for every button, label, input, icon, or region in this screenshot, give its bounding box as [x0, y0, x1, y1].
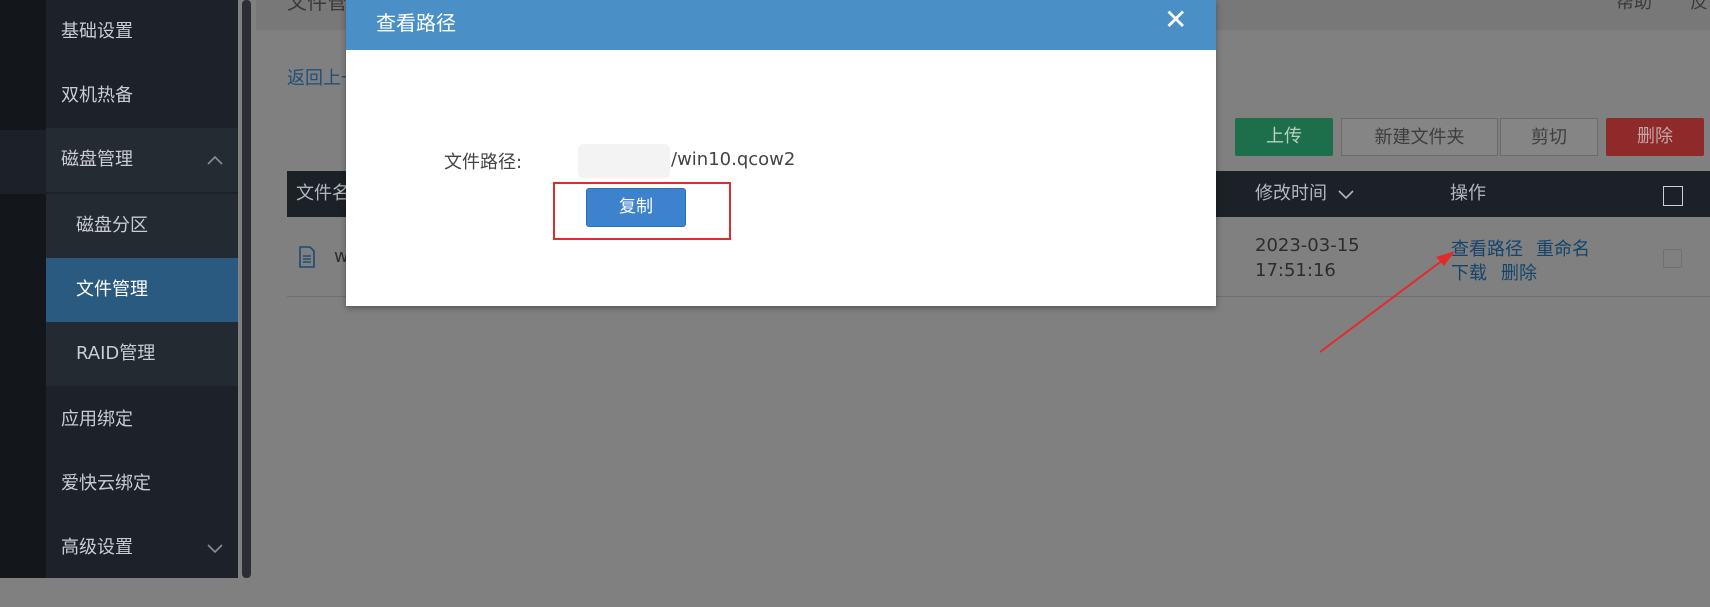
select-all-checkbox[interactable] — [1663, 186, 1683, 206]
cut-button[interactable]: 剪切 — [1500, 118, 1598, 156]
column-header-modified[interactable]: 修改时间 — [1255, 171, 1327, 217]
sidebar-item-label: 磁盘分区 — [76, 215, 148, 236]
modified-time: 2023-03-15 17:51:16 — [1255, 233, 1360, 283]
new-folder-button[interactable]: 新建文件夹 — [1341, 118, 1498, 156]
sidebar-item-label: 磁盘管理 — [61, 149, 133, 170]
delete-button[interactable]: 删除 — [1606, 118, 1704, 156]
dialog-header: 查看路径 ✕ — [346, 0, 1216, 50]
sidebar-item-ikuai-cloud-binding[interactable]: 爱快云绑定 — [46, 452, 238, 516]
sort-down-icon[interactable] — [1337, 171, 1355, 235]
file-path-label: 文件路径: — [444, 152, 523, 173]
left-rail — [0, 0, 46, 578]
left-rail-accent — [0, 130, 46, 194]
chevron-down-icon — [206, 516, 224, 607]
sidebar-item-label: 双机热备 — [61, 85, 133, 106]
sidebar-item-file-management[interactable]: 文件管理 — [46, 258, 238, 322]
sidebar-scrollbar[interactable] — [242, 0, 251, 578]
sidebar-item-label: 基础设置 — [61, 21, 133, 42]
file-path-value: /win10.qcow2 — [671, 149, 796, 170]
sidebar-item-disk-partition[interactable]: 磁盘分区 — [46, 194, 238, 258]
sidebar: 基础设置 双机热备 磁盘管理 磁盘分区 文件管理 RAID管理 应用绑定 爱快云… — [46, 0, 238, 578]
sidebar-item-basic-settings[interactable]: 基础设置 — [46, 0, 238, 64]
modified-date: 2023-03-15 — [1255, 235, 1360, 256]
sidebar-item-advanced-settings[interactable]: 高级设置 — [46, 516, 238, 580]
row-checkbox[interactable] — [1663, 249, 1682, 268]
redacted-path-prefix — [578, 144, 670, 178]
sidebar-item-label: RAID管理 — [76, 343, 156, 364]
delete-link[interactable]: 删除 — [1501, 259, 1537, 285]
sidebar-item-label: 爱快云绑定 — [61, 473, 151, 494]
sidebar-item-label: 高级设置 — [61, 537, 133, 558]
sidebar-item-label: 文件管理 — [76, 279, 148, 300]
view-path-dialog: 查看路径 ✕ 文件路径: /win10.qcow2 复制 — [346, 0, 1216, 306]
view-path-link[interactable]: 查看路径 — [1451, 235, 1523, 261]
column-header-name[interactable]: 文件名 — [296, 171, 350, 217]
sidebar-item-app-binding[interactable]: 应用绑定 — [46, 388, 238, 452]
download-link[interactable]: 下载 — [1451, 259, 1487, 285]
modified-clock: 17:51:16 — [1255, 260, 1336, 281]
file-icon — [299, 246, 315, 268]
column-header-actions: 操作 — [1450, 183, 1486, 204]
annotation-highlight-box — [553, 182, 731, 240]
sidebar-item-label: 应用绑定 — [61, 409, 133, 430]
dialog-title: 查看路径 — [376, 11, 456, 35]
help-link[interactable]: 帮助 — [1616, 0, 1652, 14]
upload-button[interactable]: 上传 — [1235, 118, 1333, 156]
close-icon[interactable]: ✕ — [1164, 3, 1187, 36]
page-title: 文件管 — [287, 0, 347, 14]
feedback-link[interactable]: 反 — [1690, 0, 1708, 14]
sidebar-item-raid-management[interactable]: RAID管理 — [46, 322, 238, 386]
sidebar-item-hot-standby[interactable]: 双机热备 — [46, 64, 238, 128]
rename-link[interactable]: 重命名 — [1536, 235, 1590, 261]
sidebar-item-disk-management[interactable]: 磁盘管理 — [46, 128, 238, 192]
